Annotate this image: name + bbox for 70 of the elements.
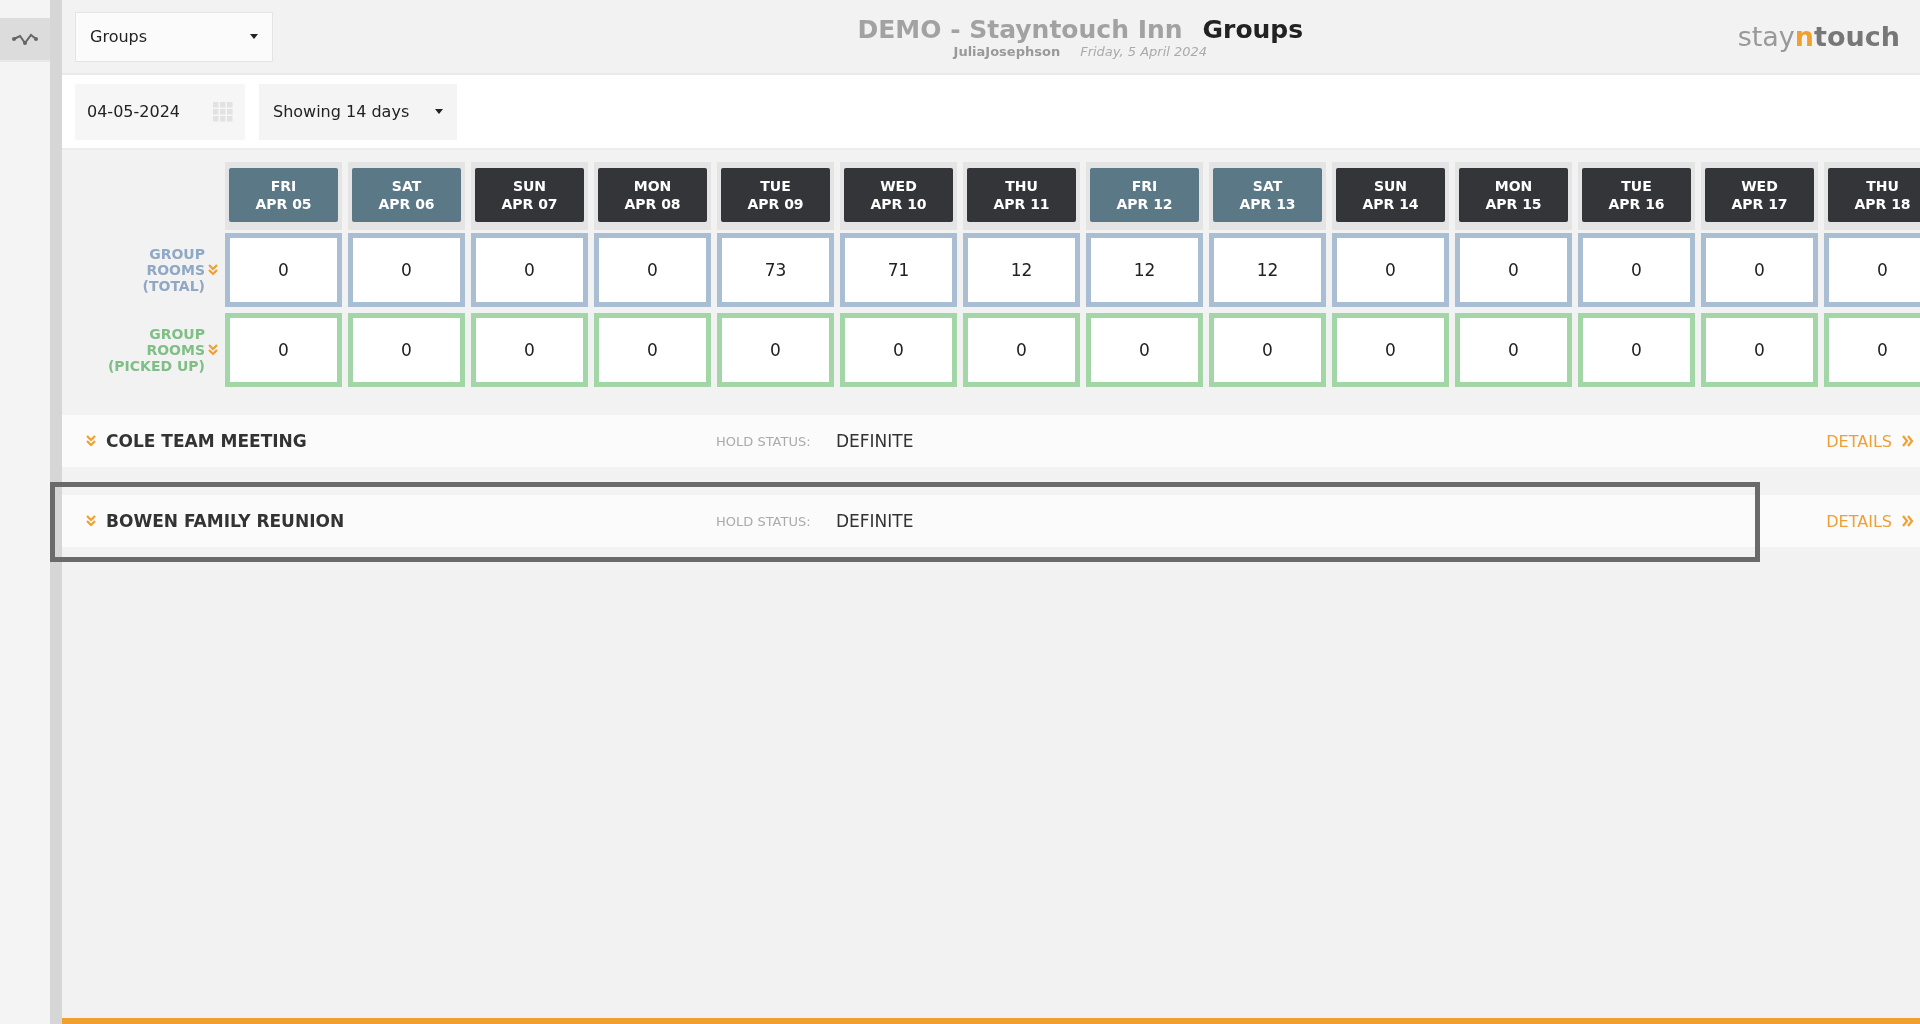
room-count: 0 <box>1829 318 1920 382</box>
range-dropdown[interactable]: Showing 14 days <box>259 83 457 140</box>
group-name: BOWEN FAMILY REUNION <box>106 511 346 531</box>
chevron-down-icon[interactable] <box>208 344 218 356</box>
room-count: 0 <box>1460 238 1567 302</box>
room-count: 12 <box>1214 238 1321 302</box>
room-count: 0 <box>1706 238 1813 302</box>
status-label: HOLD STATUS: <box>716 513 812 529</box>
logo: stayntouch <box>1737 21 1900 52</box>
group-row[interactable]: COLE TEAM MEETING HOLD STATUS: DEFINITE DETAILS <box>62 415 1920 467</box>
day-header: THU APR 18 <box>1828 168 1920 222</box>
room-count: 0 <box>476 318 583 382</box>
day-header: SUN APR 07 <box>475 168 584 222</box>
room-count: 0 <box>599 238 706 302</box>
hold-status: DEFINITE <box>836 431 915 451</box>
current-date: Friday, 5 April 2024 <box>1080 43 1208 59</box>
room-count: 0 <box>1829 238 1920 302</box>
day-header: SUN APR 14 <box>1336 168 1445 222</box>
room-count: 0 <box>476 238 583 302</box>
room-count: 0 <box>1214 318 1321 382</box>
day-header: SAT APR 13 <box>1213 168 1322 222</box>
room-count: 73 <box>722 238 829 302</box>
user-name: JuliaJosephson <box>953 43 1061 59</box>
row-label: GROUP ROOMS (PICKED UP) <box>107 326 205 374</box>
chevron-down-icon[interactable] <box>86 515 96 527</box>
room-count: 0 <box>230 238 337 302</box>
day-header: FRI APR 05 <box>229 168 338 222</box>
date-field[interactable]: 04-05-2024 <box>75 83 245 140</box>
activity-tab[interactable] <box>0 18 50 62</box>
room-count: 12 <box>1091 238 1198 302</box>
line-chart-icon <box>12 31 38 47</box>
room-count: 0 <box>722 318 829 382</box>
room-count: 0 <box>1337 318 1444 382</box>
room-count: 0 <box>1583 318 1690 382</box>
day-header: WED APR 17 <box>1705 168 1814 222</box>
hold-status: DEFINITE <box>836 511 915 531</box>
room-count: 0 <box>353 238 460 302</box>
caret-icon <box>435 109 443 114</box>
double-chevron-right-icon <box>1902 515 1914 527</box>
room-count: 0 <box>1460 318 1567 382</box>
room-count: 0 <box>968 318 1075 382</box>
room-count: 0 <box>1337 238 1444 302</box>
day-header: TUE APR 16 <box>1582 168 1691 222</box>
chevron-down-icon[interactable] <box>208 264 218 276</box>
day-header: MON APR 08 <box>598 168 707 222</box>
page-title: Groups <box>1202 14 1304 44</box>
day-header: THU APR 11 <box>967 168 1076 222</box>
room-count: 12 <box>968 238 1075 302</box>
view-dropdown[interactable]: Groups <box>75 11 273 62</box>
group-row[interactable]: BOWEN FAMILY REUNION HOLD STATUS: DEFINITE DETAILS <box>62 495 1920 547</box>
caret-icon <box>250 34 258 39</box>
room-count: 0 <box>1091 318 1198 382</box>
chevron-down-icon[interactable] <box>86 435 96 447</box>
day-header: TUE APR 09 <box>721 168 830 222</box>
status-label: HOLD STATUS: <box>716 433 812 449</box>
day-header: SAT APR 06 <box>352 168 461 222</box>
row-label: GROUP ROOMS (TOTAL) <box>142 246 205 294</box>
group-name: COLE TEAM MEETING <box>106 431 308 451</box>
room-count: 0 <box>599 318 706 382</box>
room-count: 0 <box>353 318 460 382</box>
room-count: 0 <box>230 318 337 382</box>
double-chevron-right-icon <box>1902 435 1914 447</box>
room-count: 0 <box>1583 238 1690 302</box>
room-count: 0 <box>845 318 952 382</box>
day-header: WED APR 10 <box>844 168 953 222</box>
hotel-name: DEMO - Stayntouch Inn <box>857 14 1183 44</box>
room-count: 71 <box>845 238 952 302</box>
day-header: FRI APR 12 <box>1090 168 1199 222</box>
room-count: 0 <box>1706 318 1813 382</box>
day-header: MON APR 15 <box>1459 168 1568 222</box>
